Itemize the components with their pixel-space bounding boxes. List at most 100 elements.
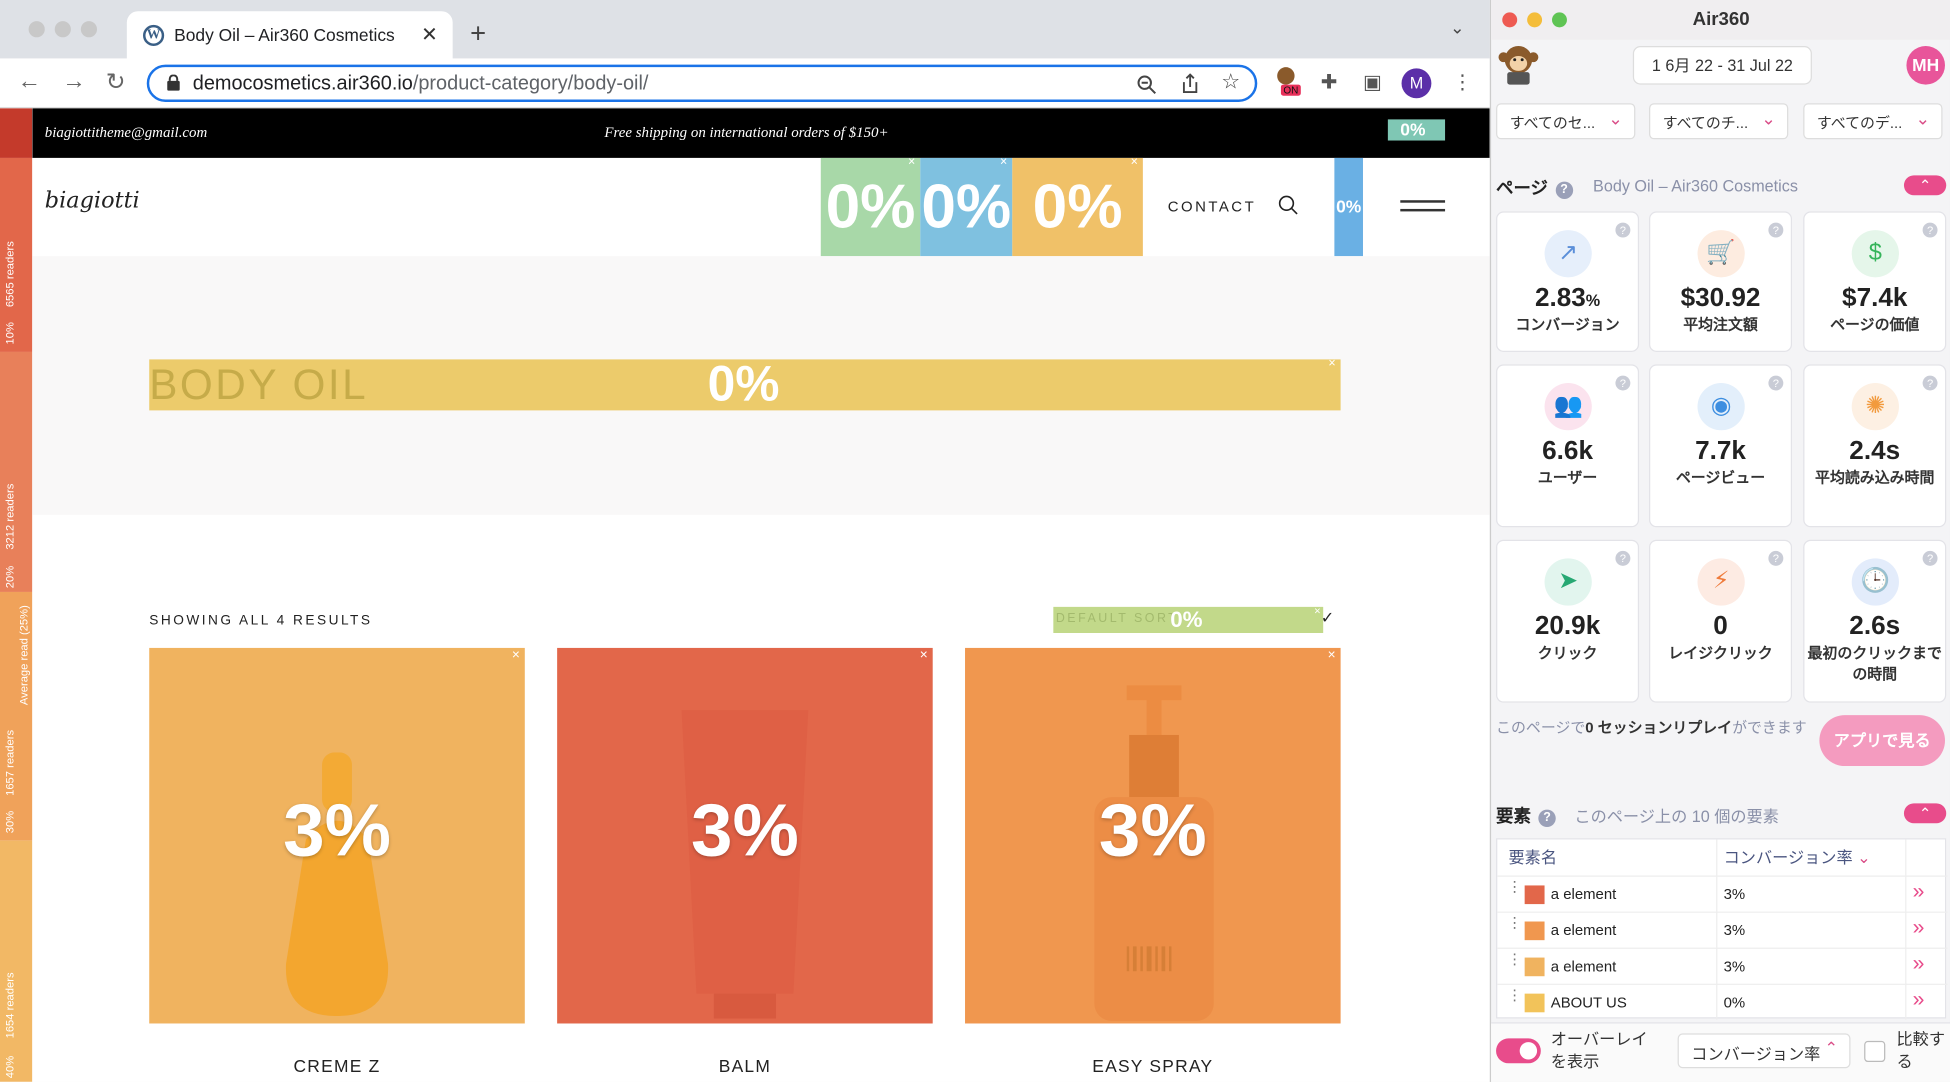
search-icon[interactable] bbox=[1278, 195, 1298, 215]
column-header-name[interactable]: 要素名 bbox=[1508, 839, 1557, 876]
ruler-readers: 1657 readers bbox=[3, 729, 17, 796]
overlay-toggle[interactable] bbox=[1496, 1038, 1541, 1064]
category-hero: BODY OIL 0% × bbox=[32, 256, 1490, 515]
segment-filter[interactable]: すべてのセ... ⌄ bbox=[1496, 103, 1636, 140]
nav-contact[interactable]: CONTACT bbox=[1168, 198, 1256, 215]
metric-card[interactable]: 👥? 6.6k ユーザー bbox=[1496, 364, 1640, 528]
nav-overlay[interactable]: 0% × bbox=[820, 157, 921, 257]
ruler-segment bbox=[0, 351, 33, 592]
tab-close-icon[interactable]: ✕ bbox=[421, 22, 438, 47]
ruler-readers: 3212 readers bbox=[3, 483, 17, 550]
help-icon[interactable]: ? bbox=[1555, 181, 1573, 199]
collapse-elements-button[interactable]: ⌃ bbox=[1903, 803, 1947, 824]
side-panel-icon[interactable]: ▣ bbox=[1363, 70, 1382, 95]
metric-card[interactable]: 🕒? 2.6s 最初のクリックまでの時間 bbox=[1803, 539, 1947, 703]
product-name[interactable]: BALM bbox=[557, 1056, 933, 1076]
double-chevron-right-icon: » bbox=[1912, 879, 1925, 903]
dollar-icon: $ bbox=[1851, 230, 1899, 278]
ruler-segment bbox=[0, 840, 33, 1082]
tab-search-chevron-icon[interactable]: ⌄ bbox=[1450, 17, 1465, 38]
metric-card[interactable]: ◉? 7.7k ページビュー bbox=[1649, 364, 1793, 528]
color-swatch bbox=[1524, 993, 1545, 1013]
product-card[interactable]: 3% × bbox=[557, 647, 933, 1024]
scroll-depth-ruler: 6565 readers 10% 3212 readers 20% Averag… bbox=[0, 108, 33, 1082]
address-bar[interactable]: democosmetics.air360.io/product-category… bbox=[146, 64, 1258, 102]
nav-overlay[interactable]: 0% × bbox=[920, 157, 1013, 257]
browser-tab[interactable]: W Body Oil – Air360 Cosmetics ✕ bbox=[126, 11, 453, 59]
forward-icon[interactable]: → bbox=[62, 68, 86, 95]
air360-monkey-logo bbox=[1498, 46, 1539, 85]
collapse-page-button[interactable]: ⌃ bbox=[1903, 175, 1947, 196]
chevron-down-icon: ⌄ bbox=[1761, 108, 1776, 129]
date-range-picker[interactable]: 1 6月 22 - 31 Jul 22 bbox=[1632, 46, 1812, 85]
metric-card[interactable]: ✺? 2.4s 平均読み込み時間 bbox=[1803, 364, 1947, 528]
metric-label: ページビュー bbox=[1675, 468, 1766, 487]
extensions-puzzle-icon[interactable]: ✚ bbox=[1321, 70, 1338, 95]
ruler-readers: 1654 readers bbox=[3, 972, 17, 1039]
window-close-dot[interactable] bbox=[28, 21, 45, 38]
device-filter[interactable]: すべてのデ... ⌄ bbox=[1803, 103, 1943, 140]
reload-icon[interactable]: ↻ bbox=[106, 68, 126, 97]
double-chevron-right-icon: » bbox=[1912, 987, 1925, 1012]
product-card[interactable]: 3% × bbox=[149, 647, 525, 1024]
profile-avatar[interactable]: M bbox=[1401, 68, 1432, 99]
product-name[interactable]: EASY SPRAY bbox=[965, 1056, 1341, 1076]
table-row[interactable]: ⋮ a element 3%» bbox=[1497, 875, 1948, 911]
metric-label: 最初のクリックまでの時間 bbox=[1807, 644, 1942, 683]
panel-minimize-dot[interactable] bbox=[1527, 12, 1543, 28]
metric-card[interactable]: ⚡? 0 レイジクリック bbox=[1649, 539, 1793, 703]
open-in-app-button[interactable]: アプリで見る bbox=[1819, 715, 1945, 767]
sort-select[interactable]: DEFAULT SORT 0% × bbox=[1053, 604, 1324, 633]
tab-bar: W Body Oil – Air360 Cosmetics ✕ + ⌄ bbox=[0, 0, 1490, 59]
hamburger-menu-icon[interactable] bbox=[1400, 200, 1446, 217]
help-icon: ? bbox=[1922, 550, 1938, 566]
column-header-metric[interactable]: コンバージョン率 ⌄ bbox=[1724, 839, 1871, 876]
metric-card[interactable]: ➤? 20.9k クリック bbox=[1496, 539, 1640, 703]
product-card[interactable]: 3% × bbox=[965, 647, 1341, 1024]
metric-label: ユーザー bbox=[1537, 468, 1598, 487]
nav-overlay[interactable]: 0% × bbox=[1012, 157, 1143, 257]
ruler-average: Average read (25%) bbox=[17, 605, 30, 706]
share-icon[interactable] bbox=[1180, 73, 1200, 94]
metric-label: レイジクリック bbox=[1668, 644, 1773, 662]
metric-card[interactable]: 🛒? $30.92 平均注文額 bbox=[1649, 211, 1793, 352]
air360-extension-icon[interactable]: ON bbox=[1273, 66, 1303, 101]
metric-card[interactable]: ↗? 2.83% コンバージョン bbox=[1496, 211, 1640, 352]
channel-filter[interactable]: すべてのチ... ⌄ bbox=[1649, 103, 1789, 140]
product-overlay-percent: 3% bbox=[690, 788, 799, 872]
help-icon: ? bbox=[1768, 375, 1784, 391]
bookmark-star-icon[interactable]: ☆ bbox=[1221, 70, 1240, 95]
sort-chevron-icon[interactable]: ✓ bbox=[1321, 608, 1335, 628]
cart-icon: 🛒 bbox=[1697, 230, 1745, 278]
help-icon[interactable]: ? bbox=[1538, 809, 1556, 827]
topbar-overlay[interactable]: 0% bbox=[1387, 119, 1446, 141]
product-name[interactable]: CREME Z bbox=[149, 1056, 525, 1076]
help-icon: ? bbox=[1615, 550, 1631, 566]
metric-value: $7.4k bbox=[1842, 283, 1908, 313]
new-tab-button[interactable]: + bbox=[470, 17, 486, 49]
zoom-icon[interactable] bbox=[1137, 75, 1157, 95]
table-row[interactable]: ⋮ ABOUT US 0%» bbox=[1497, 983, 1948, 1020]
ruler-percent: 10% bbox=[3, 322, 17, 345]
window-minimize-dot[interactable] bbox=[54, 21, 71, 38]
site-logo[interactable]: biagiotti bbox=[45, 188, 140, 214]
user-avatar[interactable]: MH bbox=[1906, 46, 1945, 85]
back-icon[interactable]: ← bbox=[17, 68, 41, 95]
metric-value: 2.83% bbox=[1534, 283, 1601, 313]
ruler-percent: 30% bbox=[3, 810, 17, 834]
compare-checkbox[interactable] bbox=[1864, 1040, 1886, 1063]
side-overlay[interactable]: 0% bbox=[1334, 157, 1363, 257]
topbar-email[interactable]: biagiottitheme@gmail.com bbox=[45, 123, 208, 142]
overlay-metric-select[interactable]: コンバージョン率 ⌃ bbox=[1677, 1033, 1851, 1069]
panel-close-dot[interactable] bbox=[1502, 12, 1518, 28]
session-replay-text: このページで0 セッションリプレイができます bbox=[1496, 718, 1807, 737]
browser-menu-icon[interactable]: ⋮ bbox=[1453, 70, 1473, 95]
window-zoom-dot[interactable] bbox=[80, 21, 98, 38]
chevron-down-icon: ⌄ bbox=[1915, 108, 1931, 129]
metric-card[interactable]: $? $7.4k ページの価値 bbox=[1803, 211, 1947, 352]
table-row[interactable]: ⋮ a element 3%» bbox=[1497, 947, 1948, 984]
category-title-overlay[interactable]: BODY OIL 0% × bbox=[149, 357, 1341, 412]
table-row[interactable]: ⋮ a element 3%» bbox=[1497, 911, 1948, 948]
panel-zoom-dot[interactable] bbox=[1552, 12, 1567, 28]
panel-footer: オーバーレイを表示 コンバージョン率 ⌃ 比較する bbox=[1491, 1022, 1950, 1082]
